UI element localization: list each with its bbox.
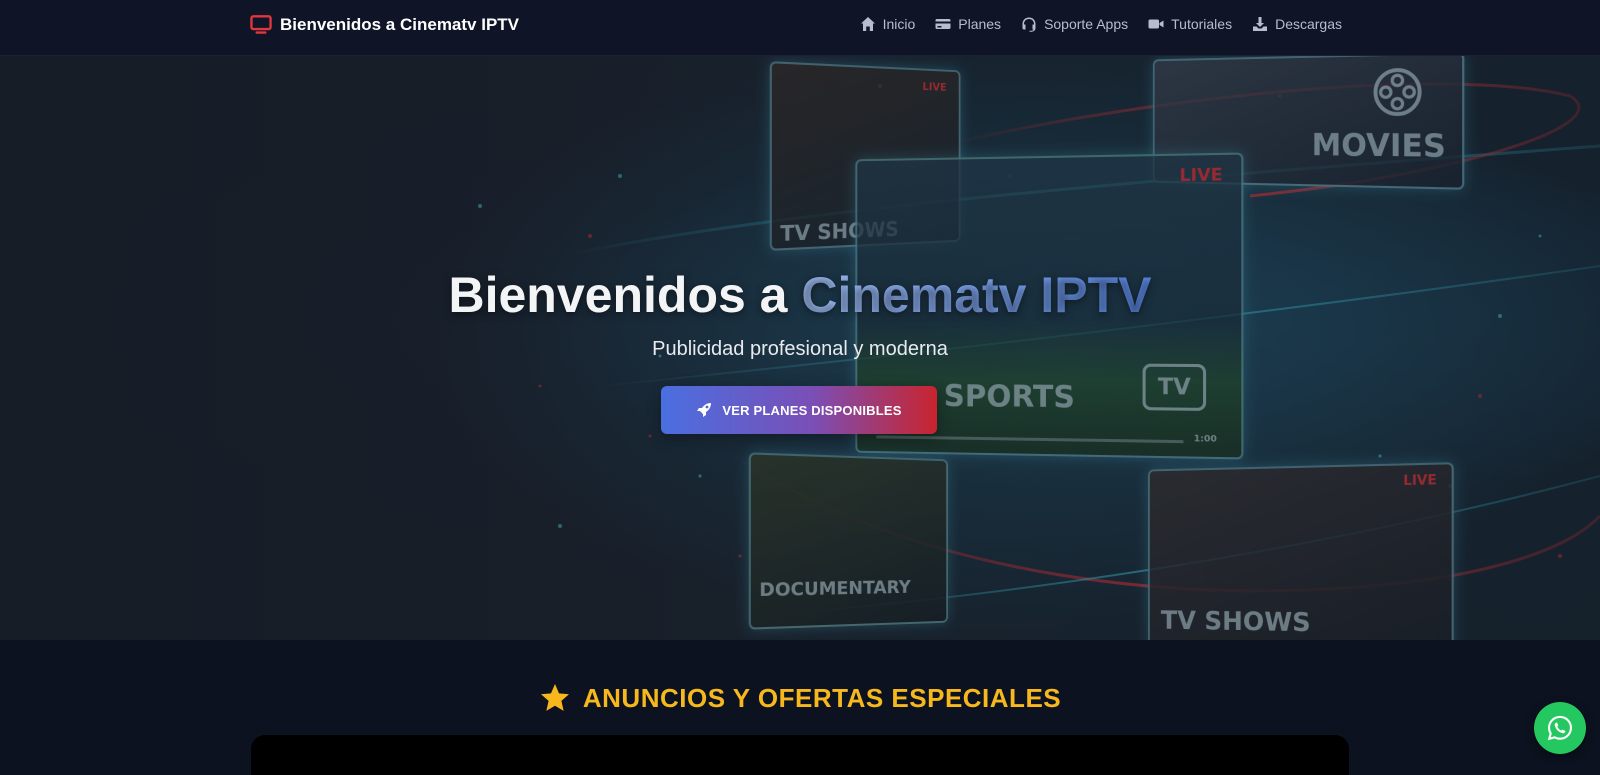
offers-panel [251,735,1349,775]
nav-label: Inicio [883,16,916,32]
rocket-icon [696,402,712,418]
whatsapp-icon [1546,714,1574,742]
offers-section: ANUNCIOS Y OFERTAS ESPECIALES [0,640,1600,760]
main-nav: Inicio Planes Soporte Apps Tutoriales De… [860,16,1342,32]
tv-icon [250,15,272,35]
nav-label: Soporte Apps [1044,16,1128,32]
offers-heading: ANUNCIOS Y OFERTAS ESPECIALES [0,682,1600,714]
hero-section: LIVE TV SHOWS MOVIES LIVE SPORTS TV 1:00… [0,56,1600,640]
nav-item-soporte-apps[interactable]: Soporte Apps [1021,16,1128,32]
nav-label: Tutoriales [1171,16,1232,32]
nav-item-planes[interactable]: Planes [935,16,1001,32]
home-icon [860,16,876,32]
download-icon [1252,16,1268,32]
star-icon [539,682,571,714]
nav-label: Descargas [1275,16,1342,32]
card-icon [935,16,951,32]
hero-subtitle: Publicidad profesional y moderna [0,338,1600,361]
brand[interactable]: Bienvenidos a Cinematv IPTV [250,15,519,35]
nav-item-descargas[interactable]: Descargas [1252,16,1342,32]
nav-item-tutoriales[interactable]: Tutoriales [1148,16,1232,32]
offers-title: ANUNCIOS Y OFERTAS ESPECIALES [583,683,1061,714]
headset-icon [1021,16,1037,32]
view-plans-button[interactable]: VER PLANES DISPONIBLES [661,386,937,434]
nav-item-inicio[interactable]: Inicio [860,16,916,32]
hero-title: Bienvenidos a Cinematv IPTV [0,266,1600,324]
nav-label: Planes [958,16,1001,32]
whatsapp-button[interactable] [1534,702,1586,754]
hero-title-accent: Cinematv IPTV [801,267,1151,323]
hero-title-plain: Bienvenidos a [449,267,802,323]
brand-title: Bienvenidos a Cinematv IPTV [280,15,519,35]
navbar: Bienvenidos a Cinematv IPTV Inicio Plane… [0,0,1600,56]
view-plans-label: VER PLANES DISPONIBLES [722,403,901,418]
video-camera-icon [1148,16,1164,32]
